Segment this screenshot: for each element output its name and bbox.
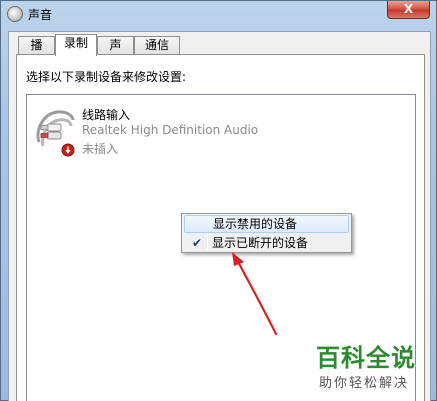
title-bar[interactable]: 声音 X	[1, 1, 436, 27]
tab-recording[interactable]: 录制	[55, 34, 97, 56]
instruction-text: 选择以下录制设备来修改设置:	[26, 70, 187, 84]
device-item-line-in[interactable]: 线路输入 Realtek High Definition Audio 未插入	[31, 99, 411, 159]
menu-item-show-disabled-devices[interactable]: 显示禁用的设备	[184, 215, 349, 233]
watermark-subtitle: 助你轻松解决	[319, 376, 410, 391]
watermark-logo: 百科全说 助你轻松解决	[305, 338, 430, 398]
menu-item-show-disconnected-devices[interactable]: ✔ 显示已断开的设备	[184, 234, 349, 252]
close-button[interactable]: X	[387, 1, 430, 19]
tab-sounds[interactable]: 声音	[97, 36, 134, 69]
menu-item-label: 显示已断开的设备	[212, 236, 309, 250]
device-status: 未插入	[82, 142, 119, 156]
device-name: 线路输入	[82, 108, 131, 122]
tab-playback[interactable]: 播放	[18, 36, 55, 69]
window-title: 声音	[28, 8, 53, 22]
context-menu: 显示禁用的设备 ✔ 显示已断开的设备	[181, 213, 352, 253]
menu-item-label: 显示禁用的设备	[213, 217, 298, 231]
checkmark-icon: ✔	[192, 236, 203, 250]
device-description: Realtek High Definition Audio	[82, 123, 259, 137]
speaker-app-icon	[7, 6, 23, 22]
rca-audio-cable-icon	[36, 110, 75, 157]
watermark-title: 百科全说	[316, 344, 416, 372]
tab-communications[interactable]: 通信	[134, 36, 180, 55]
